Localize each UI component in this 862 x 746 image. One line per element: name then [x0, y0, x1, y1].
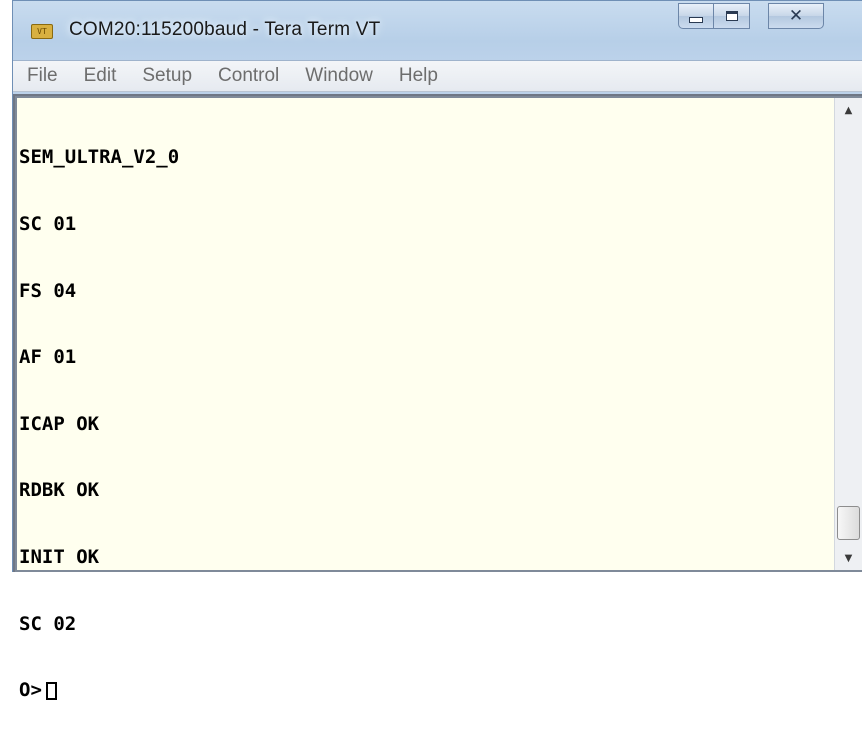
maximize-button[interactable] [714, 3, 750, 29]
terminal-output[interactable]: SEM_ULTRA_V2_0 SC 01 FS 04 AF 01 ICAP OK… [17, 98, 834, 701]
menu-control[interactable]: Control [205, 65, 292, 87]
minimize-button[interactable] [678, 3, 714, 29]
scroll-down-arrow-icon[interactable]: ▼ [835, 546, 862, 570]
menu-bar: File Edit Setup Control Window Help [13, 60, 862, 92]
tera-term-app-icon[interactable]: VT [31, 24, 53, 39]
terminal-prompt-line: O> [19, 679, 834, 701]
menu-window[interactable]: Window [292, 65, 386, 87]
vertical-scrollbar[interactable]: ▲ ▼ [834, 98, 862, 570]
terminal-frame: SEM_ULTRA_V2_0 SC 01 FS 04 AF 01 ICAP OK… [13, 94, 862, 701]
menu-help[interactable]: Help [386, 65, 451, 87]
text-cursor [45, 682, 57, 701]
terminal-prompt: O> [19, 679, 42, 702]
terminal-line: ICAP OK [19, 412, 100, 435]
close-icon: ✕ [788, 5, 804, 26]
terminal-line: SC 02 [19, 612, 77, 635]
minimize-icon [689, 17, 703, 23]
scroll-up-arrow-icon[interactable]: ▲ [835, 98, 862, 122]
window-title: COM20:115200baud - Tera Term VT [69, 19, 381, 40]
terminal-line: FS 04 [19, 279, 77, 302]
menu-edit[interactable]: Edit [71, 65, 130, 87]
terminal-line: RDBK OK [19, 479, 100, 502]
window-bottom-edge [0, 572, 862, 576]
menu-setup[interactable]: Setup [129, 65, 205, 87]
scrollbar-thumb[interactable] [837, 506, 860, 540]
menu-file[interactable]: File [13, 65, 71, 87]
caption-buttons: ✕ [678, 3, 824, 31]
terminal-line: SC 01 [19, 213, 77, 235]
title-bar[interactable]: VT COM20:115200baud - Tera Term VT ✕ [13, 1, 862, 59]
terminal-line: SEM_ULTRA_V2_0 [19, 146, 180, 169]
terminal-line: INIT OK [19, 545, 100, 568]
maximize-icon [725, 11, 738, 21]
close-button[interactable]: ✕ [768, 3, 824, 29]
terminal-line: AF 01 [19, 346, 77, 369]
